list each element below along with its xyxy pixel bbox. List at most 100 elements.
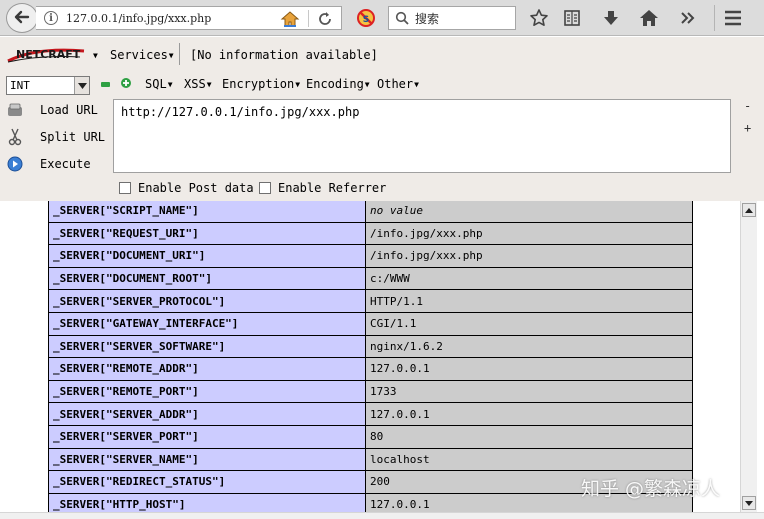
dropdown-arrow-icon: ▼ [168, 51, 174, 60]
info-icon[interactable]: i [44, 11, 58, 25]
star-icon[interactable] [528, 7, 550, 29]
table-row: _SERVER["REQUEST_URI"]/info.jpg/xxx.php [48, 221, 693, 246]
overflow-chevron-icon[interactable] [677, 7, 699, 29]
checkbox[interactable] [259, 182, 271, 194]
services-menu-label: Services [110, 48, 168, 62]
split-url-label: Split URL [40, 130, 106, 144]
hackbar-panel: NETCRAFT ▼ Services▼ [No information ava… [0, 37, 764, 201]
home-icon[interactable] [638, 7, 660, 29]
download-icon[interactable] [600, 7, 622, 29]
scissors-icon [6, 128, 24, 146]
browser-navbar: i 127.0.0.1/info.jpg/xxx.php S 搜索 [0, 0, 764, 36]
sql-menu-label: SQL [145, 77, 167, 91]
server-key-cell: _SERVER["REMOTE_ADDR"] [48, 357, 366, 381]
injection-type-select[interactable]: INT [6, 76, 90, 95]
reload-icon[interactable] [317, 10, 333, 31]
xss-menu[interactable]: XSS▼ [184, 77, 212, 91]
server-key-cell: _SERVER["HTTP_HOST"] [48, 492, 366, 513]
server-value-cell: /info.jpg/xxx.php [365, 221, 693, 246]
server-value-cell: 127.0.0.1 [365, 357, 693, 381]
table-row: _SERVER["SERVER_SOFTWARE"] nginx/1.6.2 [48, 334, 693, 359]
enable-post-label: Enable Post data [138, 181, 254, 195]
enable-post-checkbox[interactable]: Enable Post data [119, 181, 254, 195]
server-value-cell: CGI/1.1 [365, 311, 693, 336]
back-button[interactable] [6, 3, 38, 33]
reading-list-icon[interactable] [561, 7, 583, 29]
other-menu[interactable]: Other▼ [377, 77, 419, 91]
back-icon [13, 8, 31, 29]
server-value-cell: 80 [365, 424, 693, 449]
server-table-body: _SERVER["SCRIPT_NAME"] no value _SERVER["R… [48, 201, 693, 513]
watermark: 知乎 @繁森凉人 [581, 478, 721, 500]
dropdown-arrow-icon: ▼ [167, 80, 173, 89]
hackbar-url-field[interactable]: http://127.0.0.1/info.jpg/xxx.php [113, 99, 731, 173]
load-url-icon [6, 101, 24, 119]
netcraft-logo-text: NETCRAFT [16, 48, 81, 61]
server-value-cell: c:/WWW [365, 266, 693, 291]
navbar-divider [714, 5, 715, 31]
table-row: _SERVER["SERVER_NAME"] localhost [48, 447, 693, 472]
vertical-scrollbar[interactable] [740, 201, 757, 513]
page-content: _SERVER["SCRIPT_NAME"] no value _SERVER["R… [0, 201, 740, 513]
table-row: _SERVER["SCRIPT_NAME"] no value [48, 201, 693, 223]
encoding-menu[interactable]: Encoding▼ [306, 77, 370, 91]
table-row: _SERVER["DOCUMENT_ROOT"] c:/WWW [48, 266, 693, 291]
server-value-cell: localhost [365, 447, 693, 472]
server-key-cell: _SERVER["REMOTE_PORT"] [48, 379, 366, 404]
services-menu[interactable]: Services▼ [110, 48, 174, 62]
server-value-cell: HTTP/1.1 [365, 289, 693, 313]
expand-field-button[interactable]: + [744, 121, 751, 135]
netcraft-menu-arrow[interactable]: ▼ [92, 48, 98, 62]
sql-menu[interactable]: SQL▼ [145, 77, 173, 91]
encoding-menu-label: Encoding [306, 77, 364, 91]
hackbar-url-text[interactable]: http://127.0.0.1/info.jpg/xxx.php [121, 105, 359, 119]
dropdown-arrow-icon: ▼ [295, 80, 301, 89]
xss-menu-label: XSS [184, 77, 206, 91]
checkbox[interactable] [119, 182, 131, 194]
server-key-cell: _SERVER["SCRIPT_NAME"] [48, 201, 366, 223]
server-value-cell: no value [365, 201, 693, 223]
encryption-menu[interactable]: Encryption▼ [222, 77, 300, 91]
urlbar-divider [308, 10, 309, 27]
server-key-cell: _SERVER["SERVER_PORT"] [48, 424, 366, 449]
server-key-cell: _SERVER["GATEWAY_INTERFACE"] [48, 311, 366, 336]
scroll-down-icon[interactable] [742, 496, 756, 510]
netcraft-logo[interactable]: NETCRAFT [6, 45, 86, 65]
noscript-icon[interactable]: S [356, 8, 376, 31]
dropdown-arrow-icon: ▼ [206, 80, 212, 89]
server-key-cell: _SERVER["SERVER_NAME"] [48, 447, 366, 472]
shrink-field-button[interactable]: - [744, 99, 751, 113]
server-key-cell: _SERVER["SERVER_ADDR"] [48, 402, 366, 426]
split-url-button[interactable]: Split URL [6, 127, 105, 147]
hamburger-menu-icon[interactable] [722, 7, 744, 29]
other-menu-label: Other [377, 77, 414, 91]
server-value-cell: 127.0.0.1 [365, 402, 693, 426]
search-placeholder: 搜索 [415, 11, 440, 26]
execute-label: Execute [40, 157, 91, 171]
execute-button[interactable]: Execute [6, 154, 91, 174]
scroll-up-icon[interactable] [742, 203, 756, 217]
search-bar[interactable]: 搜索 [388, 6, 516, 30]
load-url-button[interactable]: Load URL [6, 100, 98, 120]
phpinfo-server-table: _SERVER["SCRIPT_NAME"] no value _SERVER["R… [48, 201, 693, 513]
server-value-cell: /info.jpg/xxx.php [365, 244, 693, 268]
plus-icon[interactable] [120, 77, 132, 92]
home-icon[interactable] [280, 10, 300, 31]
encryption-menu-label: Encryption [222, 77, 295, 91]
horizontal-scrollbar[interactable] [0, 512, 764, 519]
server-key-cell: _SERVER["SERVER_PROTOCOL"] [48, 289, 366, 313]
menu-divider [179, 43, 180, 65]
table-row: _SERVER["SERVER_PROTOCOL"] HTTP/1.1 [48, 289, 693, 313]
chevron-down-icon[interactable] [74, 77, 89, 94]
url-text[interactable]: 127.0.0.1/info.jpg/xxx.php [66, 12, 211, 25]
table-row: _SERVER["REMOTE_PORT"] 1733 [48, 379, 693, 404]
server-key-cell: _SERVER["DOCUMENT_URI"] [48, 244, 366, 268]
url-bar[interactable]: i 127.0.0.1/info.jpg/xxx.php [36, 6, 342, 30]
search-icon [395, 11, 409, 25]
server-key-cell: _SERVER["SERVER_SOFTWARE"] [48, 334, 366, 359]
table-row: _SERVER["SERVER_PORT"] 80 [48, 424, 693, 449]
server-value-cell: 1733 [365, 379, 693, 404]
enable-referrer-checkbox[interactable]: Enable Referrer [259, 181, 386, 195]
minus-icon[interactable] [101, 82, 110, 87]
play-icon [6, 155, 24, 173]
